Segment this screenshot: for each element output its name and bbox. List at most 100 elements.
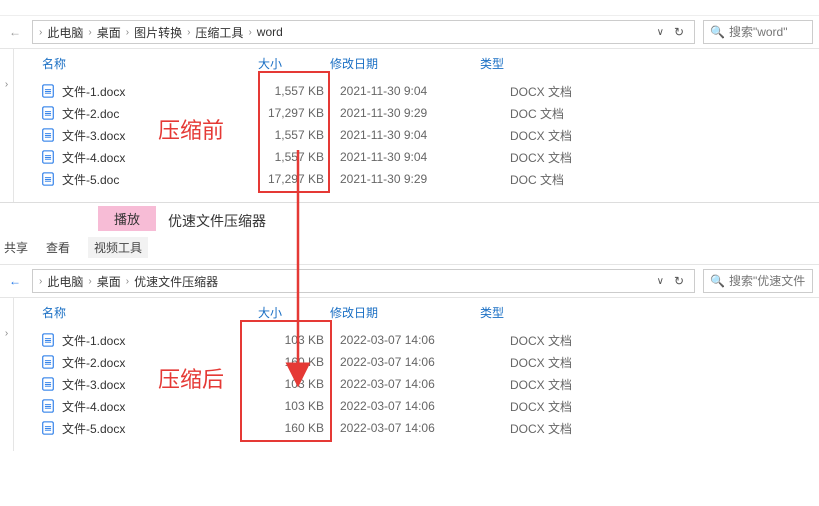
- file-type: DOCX 文档: [480, 127, 630, 144]
- crumb[interactable]: 优速文件压缩器: [131, 273, 221, 290]
- tool-header: 播放 优速文件压缩器: [0, 203, 819, 231]
- menu-video-tool[interactable]: 视频工具: [88, 237, 148, 258]
- search-icon: 🔍: [710, 25, 725, 39]
- file-size: 103 KB: [258, 377, 330, 391]
- column-headers-2: 名称 大小 修改日期 类型: [14, 298, 819, 327]
- header-date[interactable]: 修改日期: [330, 304, 480, 321]
- table-row[interactable]: 文件-5.doc17,297 KB2021-11-30 9:29DOC 文档: [40, 168, 799, 190]
- file-type: DOCX 文档: [480, 376, 630, 393]
- table-row[interactable]: 文件-3.docx103 KB2022-03-07 14:06DOCX 文档: [40, 373, 799, 395]
- crumb[interactable]: 压缩工具: [192, 24, 246, 41]
- chevron-right-icon: ›: [126, 276, 129, 287]
- file-name: 文件-2.docx: [62, 354, 258, 371]
- chevron-right-icon: ›: [248, 27, 251, 38]
- back-icon[interactable]: ←: [6, 272, 24, 290]
- menu-view[interactable]: 查看: [46, 239, 70, 256]
- sidebar-collapse-icon[interactable]: ›: [0, 49, 14, 202]
- chevron-down-icon[interactable]: ∨: [653, 27, 668, 38]
- chevron-right-icon: ›: [39, 27, 42, 38]
- window-before: ← › 此电脑 › 桌面 › 图片转换 › 压缩工具 › word ∨ ↻ 🔍 …: [0, 0, 819, 202]
- search-input-2[interactable]: [729, 274, 806, 288]
- file-size: 1,557 KB: [258, 128, 330, 142]
- table-row[interactable]: 文件-4.docx1,557 KB2021-11-30 9:04DOCX 文档: [40, 146, 799, 168]
- menu-share[interactable]: 共享: [4, 239, 28, 256]
- table-row[interactable]: 文件-5.docx160 KB2022-03-07 14:06DOCX 文档: [40, 417, 799, 439]
- header-size[interactable]: 大小: [258, 304, 330, 321]
- file-size: 1,557 KB: [258, 150, 330, 164]
- header-name[interactable]: 名称: [42, 304, 258, 321]
- doc-icon: [40, 127, 56, 143]
- file-date: 2021-11-30 9:29: [330, 172, 480, 186]
- file-type: DOCX 文档: [480, 83, 630, 100]
- crumb[interactable]: word: [254, 25, 286, 39]
- file-name: 文件-4.docx: [62, 149, 258, 166]
- search-box-1[interactable]: 🔍: [703, 20, 813, 44]
- refresh-icon[interactable]: ↻: [670, 274, 688, 288]
- file-type: DOCX 文档: [480, 354, 630, 371]
- file-date: 2022-03-07 14:06: [330, 421, 480, 435]
- file-type: DOC 文档: [480, 105, 630, 122]
- sidebar-collapse-icon[interactable]: ›: [0, 298, 14, 451]
- breadcrumb-2[interactable]: › 此电脑 › 桌面 › 优速文件压缩器 ∨ ↻: [32, 269, 695, 293]
- header-name[interactable]: 名称: [42, 55, 258, 72]
- file-type: DOCX 文档: [480, 420, 630, 437]
- refresh-icon[interactable]: ↻: [670, 25, 688, 39]
- doc-icon: [40, 105, 56, 121]
- chevron-right-icon: ›: [126, 27, 129, 38]
- file-size: 17,297 KB: [258, 172, 330, 186]
- table-row[interactable]: 文件-2.doc17,297 KB2021-11-30 9:29DOC 文档: [40, 102, 799, 124]
- crumb[interactable]: 此电脑: [44, 273, 86, 290]
- file-date: 2022-03-07 14:06: [330, 333, 480, 347]
- doc-icon: [40, 332, 56, 348]
- table-row[interactable]: 文件-2.docx160 KB2022-03-07 14:06DOCX 文档: [40, 351, 799, 373]
- header-date[interactable]: 修改日期: [330, 55, 480, 72]
- file-name: 文件-3.docx: [62, 376, 258, 393]
- file-date: 2022-03-07 14:06: [330, 355, 480, 369]
- crumb[interactable]: 图片转换: [131, 24, 185, 41]
- table-row[interactable]: 文件-4.docx103 KB2022-03-07 14:06DOCX 文档: [40, 395, 799, 417]
- file-name: 文件-1.docx: [62, 83, 258, 100]
- chevron-right-icon: ›: [88, 27, 91, 38]
- doc-icon: [40, 376, 56, 392]
- table-row[interactable]: 文件-3.docx1,557 KB2021-11-30 9:04DOCX 文档: [40, 124, 799, 146]
- back-icon[interactable]: ←: [6, 23, 24, 41]
- file-size: 103 KB: [258, 399, 330, 413]
- header-size[interactable]: 大小: [258, 55, 330, 72]
- breadcrumb-1[interactable]: › 此电脑 › 桌面 › 图片转换 › 压缩工具 › word ∨ ↻: [32, 20, 695, 44]
- file-date: 2022-03-07 14:06: [330, 377, 480, 391]
- doc-icon: [40, 149, 56, 165]
- file-list-1: 文件-1.docx1,557 KB2021-11-30 9:04DOCX 文档文…: [14, 78, 819, 202]
- file-pane-2: 名称 大小 修改日期 类型 文件-1.docx103 KB2022-03-07 …: [14, 298, 819, 451]
- column-headers-1: 名称 大小 修改日期 类型: [14, 49, 819, 78]
- tool-menu: 共享 查看 视频工具: [0, 231, 819, 265]
- mid-section: 播放 优速文件压缩器 共享 查看 视频工具: [0, 202, 819, 265]
- doc-icon: [40, 354, 56, 370]
- file-pane-1: 名称 大小 修改日期 类型 文件-1.docx1,557 KB2021-11-3…: [14, 49, 819, 202]
- search-icon: 🔍: [710, 274, 725, 288]
- file-date: 2022-03-07 14:06: [330, 399, 480, 413]
- crumb[interactable]: 桌面: [94, 273, 124, 290]
- file-size: 1,557 KB: [258, 84, 330, 98]
- window-after: ← › 此电脑 › 桌面 › 优速文件压缩器 ∨ ↻ 🔍 › 名称 大小 修改日…: [0, 265, 819, 451]
- file-name: 文件-2.doc: [62, 105, 258, 122]
- crumb[interactable]: 此电脑: [44, 24, 86, 41]
- table-row[interactable]: 文件-1.docx103 KB2022-03-07 14:06DOCX 文档: [40, 329, 799, 351]
- breadcrumb-row-2: ← › 此电脑 › 桌面 › 优速文件压缩器 ∨ ↻ 🔍: [0, 265, 819, 298]
- search-input-1[interactable]: [729, 25, 806, 39]
- tab-play[interactable]: 播放: [98, 206, 156, 231]
- file-type: DOCX 文档: [480, 398, 630, 415]
- chevron-down-icon[interactable]: ∨: [653, 276, 668, 287]
- crumb[interactable]: 桌面: [94, 24, 124, 41]
- header-type[interactable]: 类型: [480, 55, 630, 72]
- search-box-2[interactable]: 🔍: [703, 269, 813, 293]
- table-row[interactable]: 文件-1.docx1,557 KB2021-11-30 9:04DOCX 文档: [40, 80, 799, 102]
- topbar: [0, 0, 819, 16]
- chevron-right-icon: ›: [88, 276, 91, 287]
- file-type: DOCX 文档: [480, 332, 630, 349]
- file-size: 160 KB: [258, 421, 330, 435]
- file-size: 103 KB: [258, 333, 330, 347]
- file-type: DOCX 文档: [480, 149, 630, 166]
- header-type[interactable]: 类型: [480, 304, 630, 321]
- file-name: 文件-1.docx: [62, 332, 258, 349]
- file-name: 文件-5.docx: [62, 420, 258, 437]
